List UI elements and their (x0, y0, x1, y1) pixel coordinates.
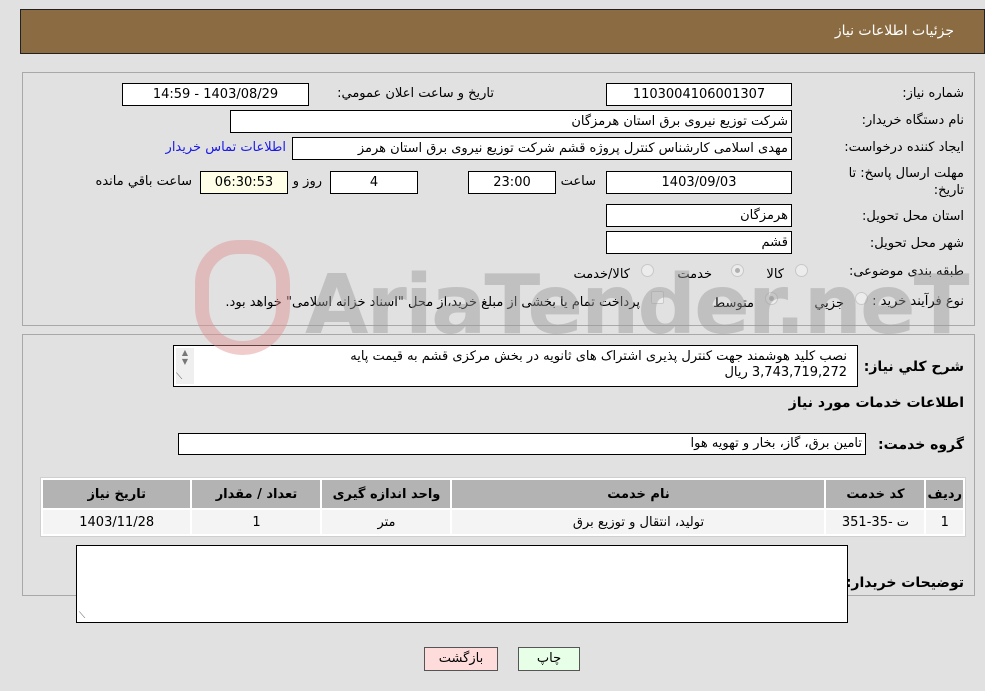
process-option-medium: متوسط (713, 296, 754, 311)
treasury-payment-note: پرداخت تمام یا بخشی از مبلغ خرید،از محل … (225, 295, 640, 310)
cell-service-name: تولید، انتقال و توزیع برق (452, 510, 825, 534)
buyer-notes-textarea[interactable]: ⟋ (76, 545, 848, 623)
description-textarea[interactable]: ▲ ▼ ⟋ نصب کلید هوشمند جهت کنترل پذیری اشت… (173, 345, 858, 387)
process-radio-medium[interactable] (765, 292, 778, 305)
category-option-goods: کالا (766, 267, 784, 282)
province-label: استان محل تحویل: (862, 209, 964, 224)
table-row: 1 ت -35-351 تولید، انتقال و توزیع برق مت… (43, 510, 963, 534)
buyer-org-field[interactable]: شرکت توزیع نیروی برق استان هرمزگان (230, 110, 792, 133)
services-section-title: اطلاعات خدمات مورد نياز (788, 395, 964, 411)
province-field[interactable]: هرمزگان (606, 204, 792, 227)
category-radio-goods-service[interactable] (641, 264, 654, 277)
deadline-time-field[interactable]: 23:00 (468, 171, 556, 194)
cell-service-code: ت -35-351 (826, 510, 925, 534)
process-radio-minor[interactable] (855, 292, 868, 305)
city-label: شهر محل تحویل: (869, 236, 964, 251)
back-button[interactable]: بازگشت (424, 647, 498, 671)
treasury-payment-checkbox[interactable] (651, 291, 664, 304)
process-label: نوع فرآیند خرید : (872, 294, 964, 309)
description-line-1: نصب کلید هوشمند جهت کنترل پذیری اشتراک ه… (350, 349, 847, 364)
col-service-name: نام خدمت (452, 480, 825, 508)
deadline-time-label: ساعت (560, 174, 596, 189)
cell-row-number: 1 (926, 510, 963, 534)
days-remaining-field[interactable]: 4 (330, 171, 418, 194)
services-panel: شرح کلي نياز: ▲ ▼ ⟋ نصب کلید هوشمند جهت ک… (22, 334, 975, 623)
buyer-org-label: نام دستگاه خریدار: (861, 113, 964, 128)
need-number-label: شماره نیاز: (902, 86, 964, 101)
col-quantity: تعداد / مقدار (192, 480, 321, 508)
category-option-goods-service: کالا/خدمت (573, 267, 630, 282)
city-field[interactable]: قشم (606, 231, 792, 254)
page-title: جزئیات اطلاعات نیاز (834, 23, 954, 39)
category-option-service: خدمت (677, 267, 712, 282)
services-table: رديف کد خدمت نام خدمت واحد اندازه گيری ت… (40, 477, 966, 537)
col-need-date: تاريخ نياز (43, 480, 191, 508)
deadline-label: مهلت ارسال پاسخ: تا تاریخ: (848, 166, 964, 198)
col-unit: واحد اندازه گيری (322, 480, 451, 508)
description-label: شرح کلي نياز: (863, 359, 964, 375)
service-group-label: گروه خدمت: (878, 437, 964, 453)
days-label: روز و (292, 174, 322, 189)
process-option-minor: جزيي (814, 296, 844, 311)
announce-label: تاريخ و ساعت اعلان عمومي: (337, 86, 494, 101)
buyer-notes-label: توضیحات خريدار: (845, 575, 964, 591)
cell-unit: متر (322, 510, 451, 534)
remaining-time-field[interactable]: 06:30:53 (200, 171, 288, 194)
remaining-time-label: ساعت باقي مانده (95, 174, 192, 189)
print-button[interactable]: چاپ (518, 647, 580, 671)
deadline-date-field[interactable]: 1403/09/03 (606, 171, 792, 194)
col-row-number: رديف (926, 480, 963, 508)
description-line-2: 3,743,719,272 ریال (724, 365, 847, 380)
service-group-field[interactable]: تامین برق، گاز، بخار و تهویه هوا (178, 433, 866, 455)
resize-grip-icon[interactable]: ⟋ (79, 611, 85, 621)
creator-label: ایجاد کننده درخواست: (844, 140, 964, 155)
need-number-field[interactable]: 1103004106001307 (606, 83, 792, 106)
cell-quantity: 1 (192, 510, 321, 534)
services-table-header: رديف کد خدمت نام خدمت واحد اندازه گيری ت… (43, 480, 963, 508)
cell-need-date: 1403/11/28 (43, 510, 191, 534)
col-service-code: کد خدمت (826, 480, 925, 508)
announce-datetime-field[interactable]: 1403/08/29 - 14:59 (122, 83, 309, 106)
category-radio-service[interactable] (731, 264, 744, 277)
category-label: طبقه بندی موضوعی: (848, 264, 964, 279)
page-header: جزئیات اطلاعات نیاز (20, 9, 985, 54)
resize-grip-icon[interactable]: ⟋ (176, 369, 182, 385)
creator-field[interactable]: مهدی اسلامی کارشناس کنترل پروژه قشم شرکت… (292, 137, 792, 160)
need-details-panel: شماره نیاز: 1103004106001307 تاريخ و ساع… (22, 72, 975, 326)
category-radio-goods[interactable] (795, 264, 808, 277)
buyer-contact-link[interactable]: اطلاعات تماس خریدار (166, 140, 286, 155)
